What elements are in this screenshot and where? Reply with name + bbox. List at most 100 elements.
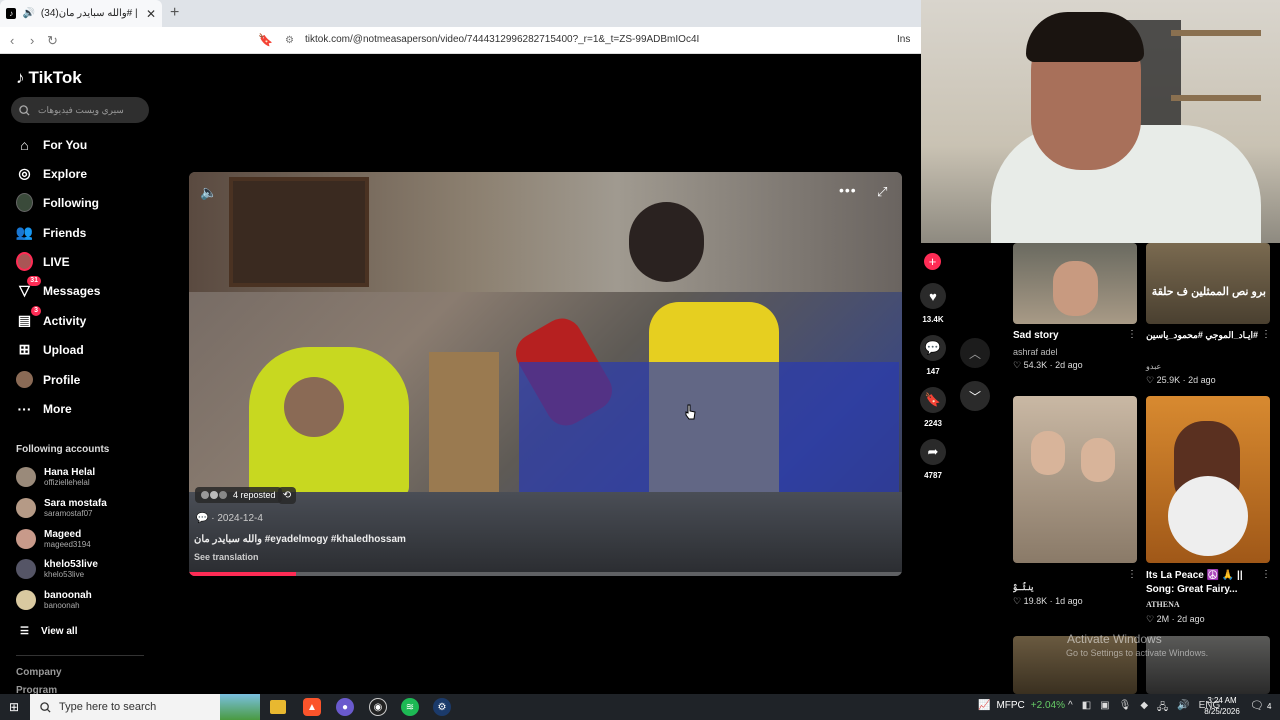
- file-explorer-icon[interactable]: [270, 700, 286, 714]
- taskbar-search-input[interactable]: Type here to search: [30, 694, 260, 720]
- brave-browser-icon[interactable]: ▲: [303, 698, 321, 716]
- sidebar-item-activity[interactable]: ▤ 3 Activity: [16, 306, 86, 329]
- account-item[interactable]: khelo53live khelo53live: [16, 559, 98, 579]
- reposted-badge[interactable]: 4 reposted: [195, 487, 282, 503]
- sidebar-item-friends[interactable]: 👥 Friends: [16, 224, 87, 241]
- search-input[interactable]: سيري ويست فيديوهات: [11, 97, 149, 123]
- video-thumbnail[interactable]: برو نص الممثلين ف حلقة: [1146, 243, 1270, 324]
- sidebar-item-explore[interactable]: ◎ Explore: [16, 165, 87, 182]
- like-action[interactable]: ♥ 13.4K: [919, 283, 947, 324]
- video-frame-person-face: [284, 377, 344, 437]
- sidebar-item-more[interactable]: ··· More: [16, 400, 72, 417]
- volume-icon[interactable]: 🔊: [1177, 700, 1189, 717]
- video-author[interactable]: ashraf adel: [1013, 347, 1058, 357]
- video-thumbnail[interactable]: [1146, 636, 1270, 694]
- forward-icon[interactable]: ›: [30, 33, 34, 48]
- search-icon: [19, 104, 30, 116]
- repost-avatars-icon: [201, 491, 227, 499]
- tray-app-icon[interactable]: ◆: [1140, 700, 1148, 717]
- thumbnail-face: [1031, 431, 1065, 475]
- fullscreen-icon[interactable]: ⤢: [877, 184, 887, 200]
- extension-button[interactable]: Ins: [897, 34, 910, 45]
- share-action[interactable]: ➦ 4787: [919, 439, 947, 480]
- follow-plus-button[interactable]: +: [924, 253, 941, 270]
- messages-icon: ▽ 31: [16, 276, 41, 299]
- video-thumbnail[interactable]: [1013, 396, 1137, 563]
- video-thumbnail[interactable]: [1013, 243, 1137, 324]
- avatar: [16, 590, 36, 610]
- following-accounts-title: Following accounts: [16, 444, 110, 455]
- tray-app-icon[interactable]: ◧: [1082, 700, 1091, 717]
- more-options-icon[interactable]: ⋮: [1127, 329, 1137, 340]
- video-progress-bar[interactable]: [189, 572, 902, 576]
- browser-tab[interactable]: ♪ 🔊 (34)والله سبايدر مان# | TikTok ✕: [0, 0, 162, 27]
- sidebar-item-messages[interactable]: ▽ 31 Messages: [16, 276, 100, 299]
- share-icon[interactable]: ➦: [920, 439, 946, 465]
- account-item[interactable]: Mageed mageed3194: [16, 529, 91, 549]
- tab-title: (34)والله سبايدر مان# | TikTok: [40, 8, 140, 19]
- activate-windows-subtitle: Go to Settings to activate Windows.: [1066, 648, 1209, 658]
- repost-icon[interactable]: ⟲: [278, 487, 296, 504]
- comment-icon[interactable]: 💬: [920, 335, 946, 361]
- more-options-icon[interactable]: ⋮: [1127, 569, 1137, 580]
- messages-badge: 31: [27, 276, 41, 286]
- sidebar-item-following[interactable]: Following: [16, 193, 99, 212]
- bookmark-icon[interactable]: 🔖: [920, 387, 946, 413]
- stock-widget[interactable]: 📈 MFPC +2.04%: [978, 700, 1065, 711]
- sidebar-item-for-you[interactable]: ⌂ For You: [16, 136, 87, 153]
- comment-count: 147: [926, 367, 940, 376]
- video-title[interactable]: #ايـاد_الموجي #محمود_ياسين #البيت_الممتا…: [1146, 330, 1258, 341]
- account-item[interactable]: Sara mostafa saramostaf07: [16, 498, 107, 518]
- heart-icon[interactable]: ♥: [920, 283, 946, 309]
- comment-action[interactable]: 💬 147: [919, 335, 947, 376]
- footer-company-link[interactable]: Company: [16, 667, 62, 678]
- chevron-up-icon[interactable]: ^: [1068, 700, 1073, 717]
- tab-audio-icon[interactable]: 🔊: [22, 8, 34, 19]
- app-icon[interactable]: ●: [336, 698, 354, 716]
- sidebar-item-upload[interactable]: ⊞ Upload: [16, 341, 84, 358]
- video-thumbnail[interactable]: [1146, 396, 1270, 563]
- reload-icon[interactable]: ↻: [47, 33, 58, 49]
- more-options-icon[interactable]: ⋮: [1261, 329, 1271, 340]
- save-action[interactable]: 🔖 2243: [919, 387, 947, 428]
- more-options-icon[interactable]: ⋮: [1261, 569, 1271, 580]
- video-title[interactable]: Its La Peace ☮️ 🙏 || Song: Great Fairy..…: [1146, 569, 1258, 597]
- volume-icon[interactable]: 🔈: [200, 184, 217, 201]
- next-video-button[interactable]: ﹀: [960, 381, 990, 411]
- tiktok-logo[interactable]: ♪ TikTok: [16, 68, 82, 88]
- steam-icon[interactable]: ⚙: [433, 698, 451, 716]
- windows-start-icon[interactable]: ⊞: [9, 700, 19, 714]
- microphone-icon[interactable]: 🎙: [1119, 700, 1132, 717]
- video-caption[interactable]: والله سبايدر مان #eyadelmogy #khaledhoss…: [194, 534, 406, 545]
- clock-date: 8/25/2026: [1204, 707, 1240, 716]
- video-author[interactable]: عبدو: [1146, 362, 1161, 371]
- network-icon[interactable]: 🖧: [1157, 700, 1168, 717]
- account-item[interactable]: Hana Helal offiziellehelal: [16, 467, 95, 487]
- new-tab-button[interactable]: +: [170, 4, 179, 22]
- bookmark-icon[interactable]: 🔖: [258, 33, 273, 47]
- notification-center-button[interactable]: 🗨 4: [1250, 699, 1271, 712]
- tray-app-icon[interactable]: ▣: [1100, 700, 1109, 717]
- video-author[interactable]: ATHENA: [1146, 600, 1180, 609]
- url-field[interactable]: tiktok.com/@notmeasaperson/video/7444312…: [305, 34, 699, 45]
- like-count: 13.4K: [922, 315, 944, 324]
- account-handle: khelo53live: [44, 570, 85, 579]
- video-title[interactable]: Sad story: [1013, 330, 1123, 341]
- video-frame-box: [429, 352, 499, 492]
- see-translation-link[interactable]: See translation: [194, 552, 259, 562]
- obs-icon[interactable]: ◉: [369, 698, 387, 716]
- taskbar: ⊞ Type here to search ▲ ● ◉ ≋ ⚙ 📈 MFPC +…: [0, 694, 1280, 720]
- clock[interactable]: 3:24 AM 8/25/2026: [1202, 695, 1242, 717]
- close-tab-icon[interactable]: ✕: [146, 7, 156, 21]
- sidebar-item-live[interactable]: LIVE: [16, 252, 70, 271]
- previous-video-button[interactable]: ︿: [960, 338, 990, 368]
- account-item[interactable]: banoonah banoonah: [16, 590, 92, 610]
- site-settings-icon[interactable]: ⚙: [285, 35, 294, 46]
- video-title[interactable]: ينـثُــوْ: [1013, 582, 1123, 593]
- more-options-icon[interactable]: •••: [839, 182, 857, 198]
- sidebar-item-profile[interactable]: Profile: [16, 371, 80, 388]
- back-icon[interactable]: ‹: [10, 33, 14, 48]
- spotify-icon[interactable]: ≋: [401, 698, 419, 716]
- view-all-link[interactable]: ☰ View all: [20, 626, 77, 637]
- video-player[interactable]: 🔈 ••• ⤢ 4 reposted ⟲ 💬 · 2024-12-4 والله…: [189, 172, 902, 576]
